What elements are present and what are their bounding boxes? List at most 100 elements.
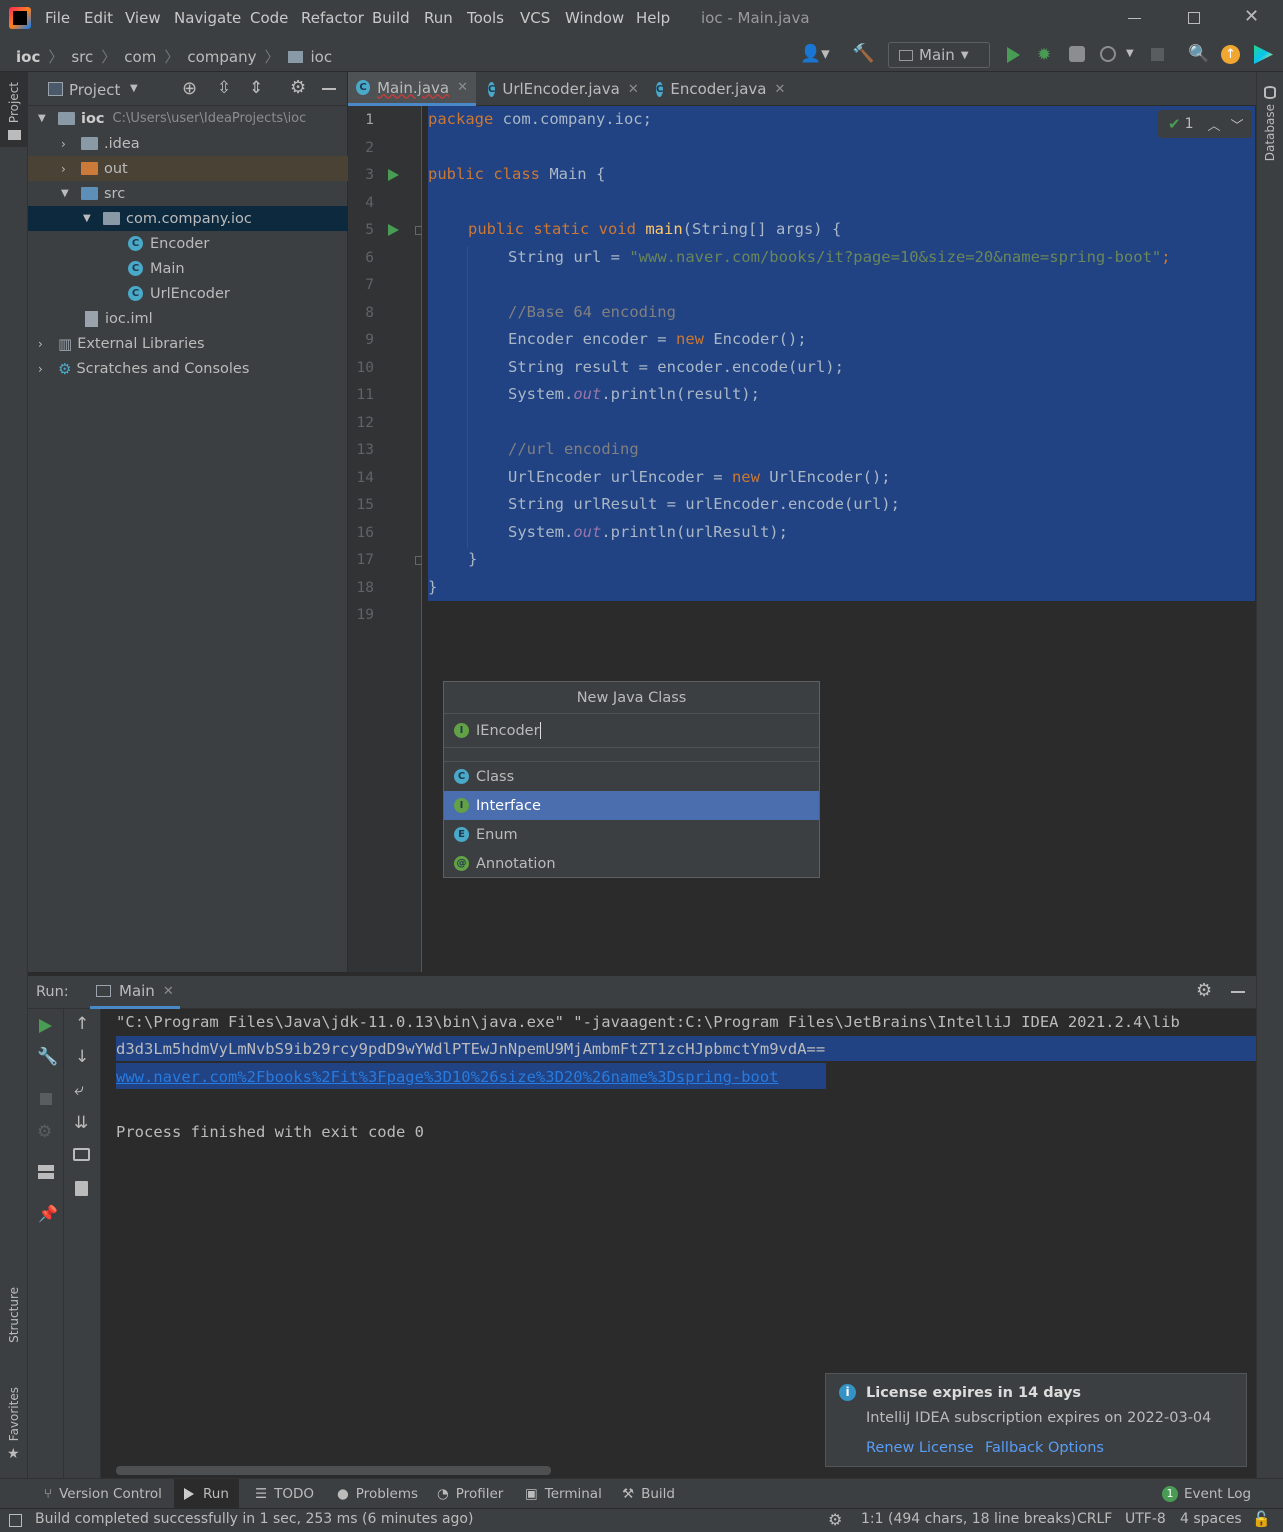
tree-item-scratches[interactable]: › ⚙ Scratches and Consoles [28,356,348,381]
stop-icon[interactable] [40,1093,52,1105]
build-status-icon[interactable]: ⚙ [828,1510,842,1529]
update-icon[interactable]: ↑ [1221,45,1240,64]
favorites-tool-button[interactable]: Favorites ★ [0,1382,28,1467]
tree-item-external-libraries[interactable]: › ▥ External Libraries [28,331,348,356]
run-icon[interactable] [1007,47,1020,63]
console-link[interactable]: www.naver.com%2Fbooks%2Fit%3Fpage%3D10%2… [116,1068,779,1086]
class-name-input[interactable]: I IEncoder [444,714,819,748]
tab-run[interactable]: Run [174,1479,239,1509]
menu-file[interactable]: File [45,9,70,27]
rerun-icon[interactable] [39,1019,52,1033]
arrow-down-icon[interactable]: ↓ [75,1047,89,1067]
inspection-widget[interactable]: ✔ 1 ︿ ﹀ [1158,110,1252,138]
tree-item-out[interactable]: › out [28,156,348,181]
build-hammer-icon[interactable]: 🔨 [852,43,874,64]
menu-window[interactable]: Window [565,9,624,27]
menu-run[interactable]: Run [424,9,453,27]
event-log-button[interactable]: 1 Event Log [1162,1479,1251,1509]
tab-encoder-java[interactable]: C Encoder.java ✕ [648,72,792,106]
tree-item-src[interactable]: ▼ src [28,181,348,206]
close-tab-icon[interactable]: ✕ [163,984,174,999]
chevron-down-icon[interactable]: ▼ [130,83,138,94]
project-tool-button[interactable]: Project [0,72,28,147]
tab-build[interactable]: ⚒ Build [622,1479,675,1509]
search-icon[interactable]: 🔍 [1188,44,1209,64]
collapse-all-icon[interactable]: ⇕ [249,78,263,98]
file-encoding[interactable]: UTF-8 [1125,1511,1166,1527]
menu-tools[interactable]: Tools [467,9,504,27]
breadcrumb-item[interactable]: ioc [311,48,333,66]
chevron-down-icon[interactable]: ﹀ [1231,115,1244,134]
tree-item-package[interactable]: ▼ com.company.ioc [28,206,348,231]
close-tab-icon[interactable]: ✕ [775,82,786,97]
layout-icon[interactable] [38,1165,54,1179]
debug-icon[interactable]: ✹ [1037,45,1051,65]
menu-vcs[interactable]: VCS [520,9,550,27]
tree-item-urlencoder[interactable]: C UrlEncoder [28,281,348,306]
menu-view[interactable]: View [125,9,161,27]
lock-icon[interactable]: 🔓 [1252,1510,1271,1528]
profiler-icon[interactable] [1100,46,1116,62]
toolbox-icon[interactable] [1254,45,1273,64]
indent-setting[interactable]: 4 spaces [1180,1511,1242,1527]
close-tab-icon[interactable]: ✕ [628,82,639,97]
tree-item-main[interactable]: C Main [28,256,348,281]
chevron-right-icon[interactable]: › [61,137,73,151]
wrench-icon[interactable]: 🔧 [37,1047,58,1067]
chevron-down-icon[interactable]: ▼ [38,113,50,124]
renew-license-link[interactable]: Renew License [866,1440,974,1456]
stop-icon[interactable] [1151,48,1164,61]
menu-refactor[interactable]: Refactor [301,9,364,27]
menu-help[interactable]: Help [636,9,670,27]
tab-profiler[interactable]: ◔ Profiler [437,1479,503,1509]
project-view-title[interactable]: Project [69,81,120,99]
chevron-down-icon[interactable]: ▼ [1126,48,1134,59]
minimize-icon[interactable] [1128,18,1141,19]
breadcrumb-item[interactable]: com [124,48,156,66]
tree-item-encoder[interactable]: C Encoder [28,231,348,256]
status-message[interactable]: Build completed successfully in 1 sec, 2… [35,1511,473,1527]
breadcrumb-item[interactable]: company [187,48,256,66]
fallback-options-link[interactable]: Fallback Options [985,1440,1104,1456]
chevron-down-icon[interactable]: ▼ [83,213,95,224]
close-icon[interactable]: ✕ [1244,6,1259,27]
trash-icon[interactable] [75,1181,88,1196]
add-user-icon[interactable]: 👤▾ [800,44,830,64]
kind-option-enum[interactable]: E Enum [444,820,819,849]
chevron-down-icon[interactable]: ▼ [61,188,73,199]
line-separator[interactable]: CRLF [1077,1511,1112,1527]
caret-position[interactable]: 1:1 (494 chars, 18 line breaks) [861,1511,1076,1527]
kind-option-class[interactable]: C Class [444,762,819,791]
tab-todo[interactable]: ☰ TODO [255,1479,314,1509]
gear-icon[interactable]: ⚙ [1196,980,1212,1001]
chevron-up-icon[interactable]: ︿ [1208,115,1221,134]
chevron-right-icon[interactable]: › [38,337,50,351]
pin-icon[interactable]: 📌 [38,1204,58,1223]
coverage-icon[interactable] [1069,46,1085,62]
breadcrumb-item[interactable]: ioc [16,48,40,66]
arrow-up-icon[interactable]: ↑ [75,1014,89,1034]
hide-panel-icon[interactable] [322,88,336,90]
tree-item-idea[interactable]: › .idea [28,131,348,156]
menu-edit[interactable]: Edit [84,9,113,27]
gear-icon[interactable]: ⚙ [290,77,306,98]
tree-item-iml[interactable]: ioc.iml [28,306,348,331]
tree-item-ioc[interactable]: ▼ ioc C:\Users\user\IdeaProjects\ioc [28,106,348,131]
database-tool-button[interactable]: Database [1257,82,1283,172]
menu-navigate[interactable]: Navigate [174,9,241,27]
maximize-icon[interactable] [1188,12,1200,24]
scroll-to-end-icon[interactable]: ⇊ [74,1113,88,1133]
kind-option-annotation[interactable]: @ Annotation [444,849,819,878]
run-tab-main[interactable]: Main ✕ [90,976,180,1009]
chevron-right-icon[interactable]: › [38,362,50,376]
menu-build[interactable]: Build [372,9,410,27]
tab-main-java[interactable]: C Main.java ✕ [348,72,476,106]
tab-version-control[interactable]: ⑂ Version Control [44,1479,162,1509]
locate-icon[interactable]: ⊕ [182,78,197,99]
soft-wrap-icon[interactable]: ⤶ [74,1080,84,1100]
menu-code[interactable]: Code [250,9,288,27]
run-config-select[interactable]: Main ▼ [888,42,990,68]
tab-problems[interactable]: ● Problems [337,1479,418,1509]
tab-urlencoder-java[interactable]: C UrlEncoder.java ✕ [480,72,640,106]
horizontal-scrollbar[interactable] [116,1466,551,1475]
